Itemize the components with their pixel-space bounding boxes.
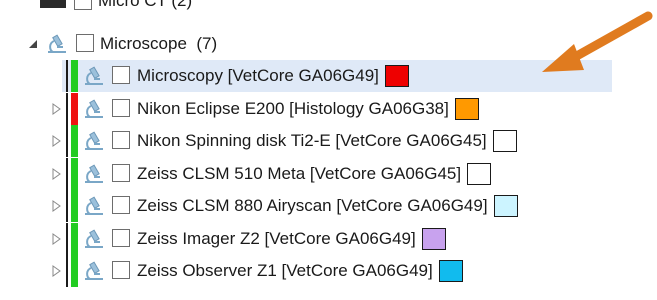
tree-guide-segment (66, 222, 68, 255)
tree-guide-segment (66, 255, 68, 287)
item-checkbox[interactable] (112, 131, 130, 149)
microscope-icon (82, 65, 106, 87)
status-indicator (71, 92, 78, 125)
status-indicator (71, 222, 78, 255)
resource-tree: Micro CT (2) Microscope (7) Microscopy [… (0, 0, 657, 300)
item-checkbox[interactable] (112, 163, 130, 182)
color-swatch[interactable] (439, 260, 463, 282)
tree-item[interactable]: Zeiss Imager Z2 [VetCore GA06G49] (0, 222, 657, 255)
chevron-right-icon[interactable] (52, 200, 64, 212)
group-name: Microscope (100, 34, 187, 53)
checkbox-partial[interactable] (74, 0, 92, 10)
color-swatch[interactable] (493, 130, 517, 152)
instrument-dark-icon (40, 0, 66, 8)
status-indicator (71, 125, 78, 157)
status-indicator (71, 190, 78, 222)
color-swatch[interactable] (467, 162, 491, 185)
tree-guide-segment (66, 157, 68, 190)
microscope-icon (82, 98, 106, 120)
tree-item[interactable]: Zeiss CLSM 880 Airyscan [VetCore GA06G49… (0, 190, 657, 222)
chevron-right-icon[interactable] (52, 102, 64, 115)
tree-item[interactable]: Nikon Eclipse E200 [Histology GA06G38] (0, 92, 657, 125)
status-indicator (71, 60, 78, 92)
tree-guide-segment (66, 60, 68, 92)
item-label: Zeiss CLSM 880 Airyscan [VetCore GA06G49… (137, 196, 488, 215)
microscope-icon (82, 228, 106, 250)
checkbox-group[interactable] (76, 34, 94, 52)
color-swatch[interactable] (455, 97, 479, 120)
tree-item[interactable]: Zeiss Observer Z1 [VetCore GA06G49] (0, 255, 657, 287)
item-label: Microscopy [VetCore GA06G49] (137, 66, 379, 85)
item-label: Zeiss Imager Z2 [VetCore GA06G49] (137, 228, 416, 248)
chevron-right-icon[interactable] (52, 167, 64, 180)
microscope-icon (82, 163, 106, 185)
color-swatch[interactable] (385, 65, 409, 87)
tree-guide-segment (66, 125, 68, 157)
annotation-arrow-icon (542, 11, 653, 72)
triangle-down-icon[interactable] (28, 39, 40, 51)
tree-guide-segment (66, 190, 68, 222)
microscope-icon (45, 33, 69, 55)
microscope-icon (82, 260, 106, 282)
color-swatch[interactable] (422, 227, 446, 250)
group-label: Microscope (7) (100, 33, 217, 55)
status-indicator (71, 255, 78, 287)
item-checkbox[interactable] (112, 261, 130, 279)
item-checkbox[interactable] (112, 66, 130, 84)
item-label: Nikon Eclipse E200 [Histology GA06G38] (137, 98, 449, 118)
item-checkbox[interactable] (112, 98, 130, 117)
item-label: Zeiss CLSM 510 Meta [VetCore GA06G45] (137, 163, 462, 183)
item-label: Zeiss Observer Z1 [VetCore GA06G49] (137, 261, 433, 280)
tree-item[interactable]: Nikon Spinning disk Ti2-E [VetCore GA06G… (0, 125, 657, 157)
tree-row-label: Micro CT (2) (98, 0, 193, 10)
microscope-icon (82, 130, 106, 152)
chevron-right-icon[interactable] (52, 265, 64, 277)
tree-guide-segment (66, 92, 68, 125)
item-label: Nikon Spinning disk Ti2-E [VetCore GA06G… (137, 131, 487, 150)
item-checkbox[interactable] (112, 196, 130, 214)
status-indicator (71, 157, 78, 190)
group-count: (7) (196, 34, 218, 53)
color-swatch[interactable] (494, 195, 518, 217)
tree-item[interactable]: Zeiss CLSM 510 Meta [VetCore GA06G45] (0, 157, 657, 190)
chevron-right-icon[interactable] (52, 135, 64, 147)
item-checkbox[interactable] (112, 228, 130, 247)
chevron-right-icon[interactable] (52, 232, 64, 245)
microscope-icon (82, 195, 106, 217)
